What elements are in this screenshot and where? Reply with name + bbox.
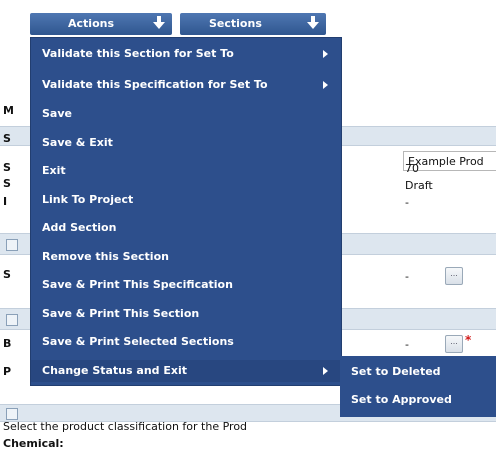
field-label-p: P (3, 365, 12, 378)
menu-item-link-to-project[interactable]: Link To Project (42, 193, 133, 206)
submenu-arrow-icon (323, 367, 328, 375)
field-label-m: M (3, 104, 14, 117)
lookup-button[interactable]: ... (445, 267, 463, 285)
empty-value: - (405, 338, 409, 351)
field-label-s4: S (3, 268, 11, 281)
change-status-submenu: Set to Deleted Set to Approved (340, 356, 496, 417)
classification-instruction: Select the product classification for th… (3, 420, 248, 433)
actions-tab[interactable]: Actions (30, 13, 172, 35)
menu-item-remove-section[interactable]: Remove this Section (42, 250, 169, 263)
chemical-label: Chemical: (3, 437, 64, 450)
collapse-icon[interactable] (6, 408, 18, 420)
lookup-button[interactable]: ... (445, 335, 463, 353)
submenu-item-set-approved[interactable]: Set to Approved (351, 393, 452, 406)
issue-value: - (405, 196, 409, 209)
menu-item-save-exit[interactable]: Save & Exit (42, 136, 113, 149)
collapse-icon[interactable] (6, 314, 18, 326)
field-label-b: B (3, 337, 12, 350)
submenu-arrow-icon (323, 81, 328, 89)
field-label-s3: S (3, 177, 11, 190)
submenu-item-set-deleted[interactable]: Set to Deleted (351, 365, 441, 378)
submenu-arrow-icon (323, 50, 328, 58)
required-marker: * (465, 333, 472, 347)
chevron-down-icon (307, 16, 319, 29)
actions-tab-label: Actions (68, 17, 114, 30)
menu-item-save[interactable]: Save (42, 107, 72, 120)
status-value: Draft (405, 179, 433, 192)
empty-value: - (405, 270, 409, 283)
menu-item-validate-specification[interactable]: Validate this Specification for Set To (42, 78, 268, 91)
menu-item-save-print-selected[interactable]: Save & Print Selected Sections (42, 335, 234, 348)
menu-item-change-status-exit[interactable]: Change Status and Exit (31, 360, 341, 382)
menu-item-validate-section[interactable]: Validate this Section for Set To (42, 47, 234, 60)
sections-tab-label: Sections (209, 17, 262, 30)
field-label-i: I (3, 195, 8, 208)
menu-item-add-section[interactable]: Add Section (42, 221, 116, 234)
version-value: 70 (405, 162, 419, 175)
menu-item-save-print-specification[interactable]: Save & Print This Specification (42, 278, 233, 291)
menu-item-save-print-section[interactable]: Save & Print This Section (42, 307, 199, 320)
collapse-icon[interactable] (6, 239, 18, 251)
chevron-down-icon (153, 16, 165, 29)
menu-item-change-status-label: Change Status and Exit (42, 364, 187, 377)
actions-menu: Validate this Section for Set To Validat… (30, 37, 342, 386)
field-label-s2: S (3, 161, 11, 174)
field-label-s1: S (3, 132, 11, 145)
sections-tab[interactable]: Sections (180, 13, 326, 35)
menu-item-exit[interactable]: Exit (42, 164, 66, 177)
